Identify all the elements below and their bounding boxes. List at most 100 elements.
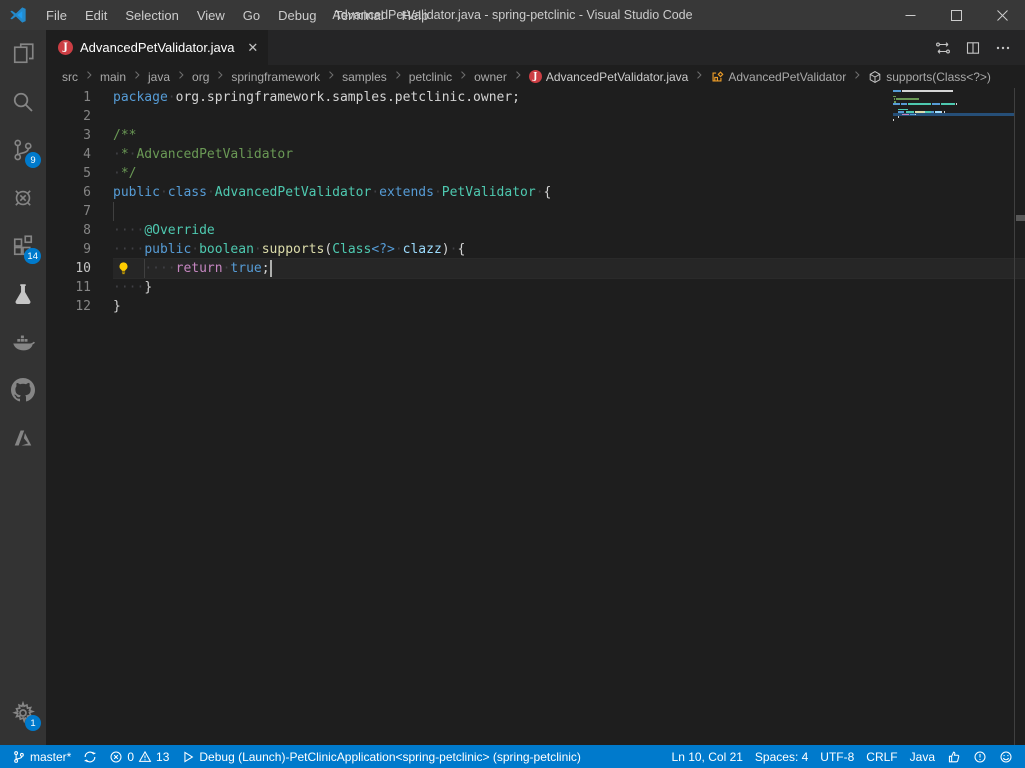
- breadcrumb-label: src: [62, 70, 78, 84]
- code-line-10[interactable]: ····return·true;: [113, 259, 1025, 278]
- source-control-icon[interactable]: 9: [0, 126, 46, 174]
- code-line-3[interactable]: /**: [113, 126, 1025, 145]
- more-actions-icon[interactable]: [995, 40, 1011, 56]
- encoding-label: UTF-8: [820, 750, 854, 764]
- warning-icon: [138, 750, 152, 764]
- test-beaker-icon[interactable]: [0, 270, 46, 318]
- menu-selection[interactable]: Selection: [116, 0, 187, 30]
- lightbulb-icon[interactable]: [116, 261, 131, 276]
- debug-launch-status[interactable]: Debug (Launch)-PetClinicApplication<spri…: [175, 745, 587, 768]
- breadcrumb-label: samples: [342, 70, 387, 84]
- chevron-right-icon: [325, 69, 337, 84]
- tab-advancedpetvalidator[interactable]: J AdvancedPetValidator.java ✕: [46, 30, 268, 65]
- breadcrumb-item-supports-class-[interactable]: supports(Class<?>): [868, 70, 991, 84]
- menu-terminal[interactable]: Terminal: [325, 0, 392, 30]
- breadcrumb-item-advancedpetvalidator[interactable]: AdvancedPetValidator: [710, 70, 846, 84]
- code-line-9[interactable]: ····public·boolean·supports(Class<?>·cla…: [113, 240, 1025, 259]
- alert-status[interactable]: [967, 745, 993, 768]
- split-editor-icon[interactable]: [965, 40, 981, 56]
- maximize-button[interactable]: [933, 0, 979, 30]
- breadcrumb-item-main[interactable]: main: [100, 70, 126, 84]
- code-line-2[interactable]: [113, 107, 1025, 126]
- cursor-position-label: Ln 10, Col 21: [672, 750, 743, 764]
- chevron-right-icon: [512, 69, 524, 84]
- language-mode[interactable]: Java: [904, 745, 941, 768]
- minimap-line: [893, 119, 1014, 122]
- problems-status-label: 13: [156, 750, 169, 764]
- menu-file[interactable]: File: [37, 0, 76, 30]
- minimize-button[interactable]: [887, 0, 933, 30]
- editor-actions: [935, 30, 1025, 65]
- chevron-right-icon: [214, 69, 226, 84]
- breadcrumb-item-petclinic[interactable]: petclinic: [409, 70, 452, 84]
- breadcrumb-item-owner[interactable]: owner: [474, 70, 507, 84]
- tab-close-icon[interactable]: ✕: [247, 40, 258, 56]
- breadcrumb-item-org[interactable]: org: [192, 70, 209, 84]
- chevron-right-icon: [693, 69, 705, 84]
- minimap[interactable]: [893, 90, 1014, 121]
- tab-bar: J AdvancedPetValidator.java ✕: [46, 30, 1025, 65]
- extensions-badge: 14: [24, 248, 41, 264]
- code-line-6[interactable]: public·class·AdvancedPetValidator·extend…: [113, 183, 1025, 202]
- line-number: 11: [46, 278, 113, 297]
- gutter: 123456789101112: [46, 88, 113, 745]
- breadcrumb-item-samples[interactable]: samples: [342, 70, 387, 84]
- code-line-8[interactable]: ····@Override: [113, 221, 1025, 240]
- menu-help[interactable]: Help: [393, 0, 438, 30]
- problems-status-label: 0: [127, 750, 134, 764]
- azure-icon[interactable]: [0, 414, 46, 462]
- line-number: 2: [46, 107, 113, 126]
- search-icon[interactable]: [0, 78, 46, 126]
- git-branch-status[interactable]: master*: [6, 745, 77, 768]
- menu-go[interactable]: Go: [234, 0, 269, 30]
- eol[interactable]: CRLF: [860, 745, 903, 768]
- symbol-class-icon: [710, 70, 724, 84]
- sync-status[interactable]: [77, 745, 103, 768]
- open-changes-icon[interactable]: [935, 40, 951, 56]
- line-number: 1: [46, 88, 113, 107]
- line-number: 7: [46, 202, 113, 221]
- line-number: 4: [46, 145, 113, 164]
- code-line-4[interactable]: ·*·AdvancedPetValidator: [113, 145, 1025, 164]
- code-line-1[interactable]: package·org.springframework.samples.petc…: [113, 88, 1025, 107]
- vertical-scrollbar[interactable]: [1014, 88, 1025, 745]
- feedback-status[interactable]: [993, 745, 1019, 768]
- breadcrumb-item-java[interactable]: java: [148, 70, 170, 84]
- status-bar: master* 0 13 Debug (Launch)-PetClinicApplic…: [0, 745, 1025, 768]
- breadcrumb-item-src[interactable]: src: [62, 70, 78, 84]
- chevron-right-icon: [392, 69, 404, 84]
- thumbsup-icon: [947, 750, 961, 764]
- menu-edit[interactable]: Edit: [76, 0, 116, 30]
- menu-view[interactable]: View: [188, 0, 234, 30]
- breadcrumb-label: owner: [474, 70, 507, 84]
- source-control-badge: 9: [25, 152, 41, 168]
- menu-debug[interactable]: Debug: [269, 0, 325, 30]
- docker-icon[interactable]: [0, 318, 46, 366]
- code-line-12[interactable]: }: [113, 297, 1025, 316]
- title-bar: FileEditSelectionViewGoDebugTerminalHelp…: [0, 0, 1025, 30]
- code-line-5[interactable]: ·*/: [113, 164, 1025, 183]
- extensions-icon[interactable]: 14: [0, 222, 46, 270]
- github-icon[interactable]: [0, 366, 46, 414]
- language-mode-label: Java: [910, 750, 935, 764]
- tab-label: AdvancedPetValidator.java: [80, 40, 234, 55]
- debug-icon[interactable]: [0, 174, 46, 222]
- code-editor: 123456789101112 package·org.springframew…: [46, 88, 1025, 745]
- problems-status[interactable]: 0 13: [103, 745, 175, 768]
- text-cursor: [270, 260, 272, 277]
- explorer-icon[interactable]: [0, 30, 46, 78]
- code-line-11[interactable]: ····}: [113, 278, 1025, 297]
- line-number: 8: [46, 221, 113, 240]
- java-ready-status[interactable]: [941, 745, 967, 768]
- breadcrumb-item-springframework[interactable]: springframework: [231, 70, 320, 84]
- scrollbar-handle[interactable]: [1016, 215, 1025, 221]
- line-number: 9: [46, 240, 113, 259]
- cursor-position[interactable]: Ln 10, Col 21: [666, 745, 749, 768]
- encoding[interactable]: UTF-8: [814, 745, 860, 768]
- indentation[interactable]: Spaces: 4: [749, 745, 814, 768]
- close-button[interactable]: [979, 0, 1025, 30]
- manage-gear-icon[interactable]: 1: [0, 689, 46, 737]
- breadcrumb-item-advancedpetvalidator-java[interactable]: JAdvancedPetValidator.java: [529, 70, 689, 84]
- code-line-7[interactable]: [113, 202, 1025, 221]
- eol-label: CRLF: [866, 750, 897, 764]
